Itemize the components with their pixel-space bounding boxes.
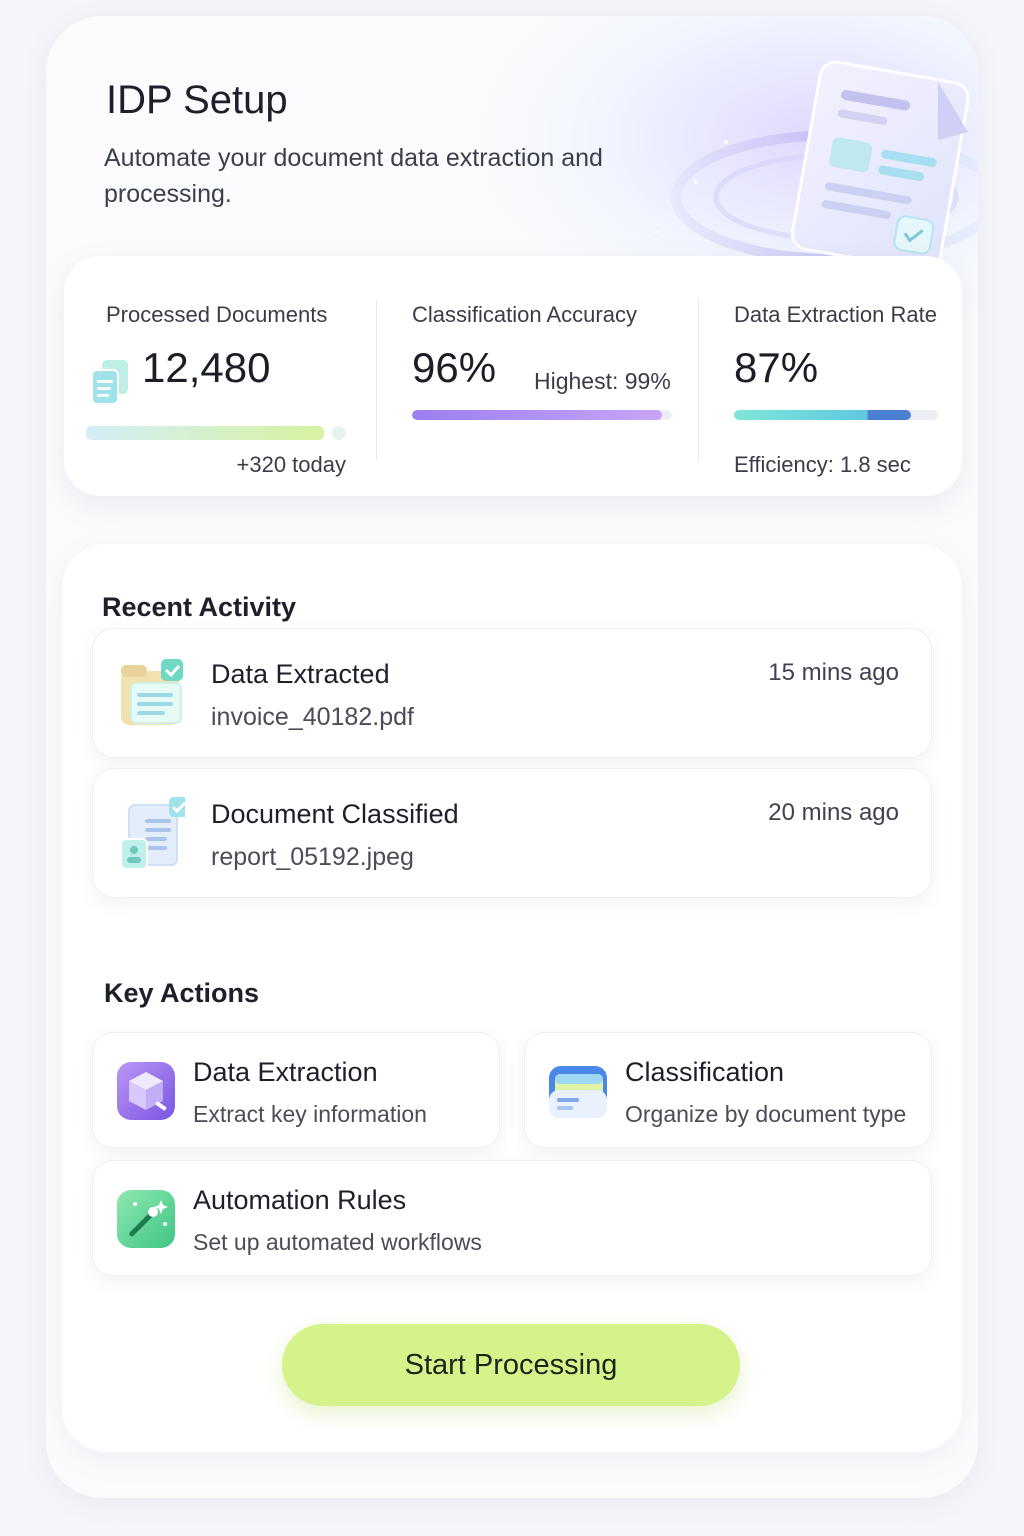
processed-bar-dot [332,426,346,440]
action-automation-rules[interactable]: Automation Rules Set up automated workfl… [92,1160,932,1276]
stat-value: 96% [412,344,497,391]
stat-sub: +320 today [236,452,346,477]
action-desc: Organize by document type [625,1101,907,1127]
activity-time: 15 mins ago [768,659,899,686]
activity-file: invoice_40182.pdf [211,703,414,731]
stat-sub: Highest: 99% [534,368,671,394]
accuracy-bar-fill [412,410,662,420]
action-title: Data Extraction [193,1057,378,1087]
folder-check-icon [121,659,183,725]
stat-value: 87% [734,344,819,391]
start-processing-button[interactable]: Start Processing [282,1324,740,1406]
folder-icon [549,1066,607,1118]
magic-wand-icon [117,1190,175,1248]
stat-processed-documents: Processed Documents 12,480 +320 today [64,256,376,496]
processed-bar [86,426,324,440]
activity-item[interactable]: Data Extracted invoice_40182.pdf 15 mins… [92,628,932,758]
activity-time: 20 mins ago [768,799,899,826]
action-desc: Set up automated workflows [193,1229,482,1255]
action-desc: Extract key information [193,1101,427,1127]
recent-activity-title: Recent Activity [102,592,297,622]
action-data-extraction[interactable]: Data Extraction Extract key information [92,1032,500,1148]
stat-sub: Efficiency: 1.8 sec [734,452,911,477]
processed-bar-fill [86,426,324,440]
extraction-bar-fill [734,410,912,420]
stat-label: Classification Accuracy [412,302,637,327]
document-illustration-icon [654,60,978,272]
activity-item[interactable]: Document Classified report_05192.jpeg 20… [92,768,932,898]
stat-label: Data Extraction Rate [734,302,937,327]
activity-file: report_05192.jpeg [211,843,414,871]
cube-icon [117,1062,175,1120]
stats-card: Processed Documents 12,480 +320 today Cl… [64,256,962,496]
app-card: IDP Setup Automate your document data ex… [46,16,978,1498]
document-check-icon [120,797,185,870]
page-title: IDP Setup [106,78,288,122]
accuracy-bar [412,410,672,420]
extraction-bar [734,410,938,420]
page-subtitle: Automate your document data extraction a… [104,144,603,208]
action-title: Automation Rules [193,1185,407,1215]
action-title: Classification [625,1057,785,1087]
action-classification[interactable]: Classification Organize by document type [524,1032,932,1148]
stat-classification-accuracy: Classification Accuracy 96% Highest: 99% [376,256,698,496]
key-actions-title: Key Actions [104,978,260,1008]
activity-title: Document Classified [211,799,459,829]
stat-data-extraction-rate: Data Extraction Rate 87% Efficiency: 1.8… [698,256,962,496]
activity-title: Data Extracted [211,659,390,689]
documents-stack-icon [91,360,128,405]
main-card: Recent Activity Data Extracted invoice_4… [62,544,962,1452]
stat-value: 12,480 [142,344,271,391]
stat-label: Processed Documents [106,302,328,327]
